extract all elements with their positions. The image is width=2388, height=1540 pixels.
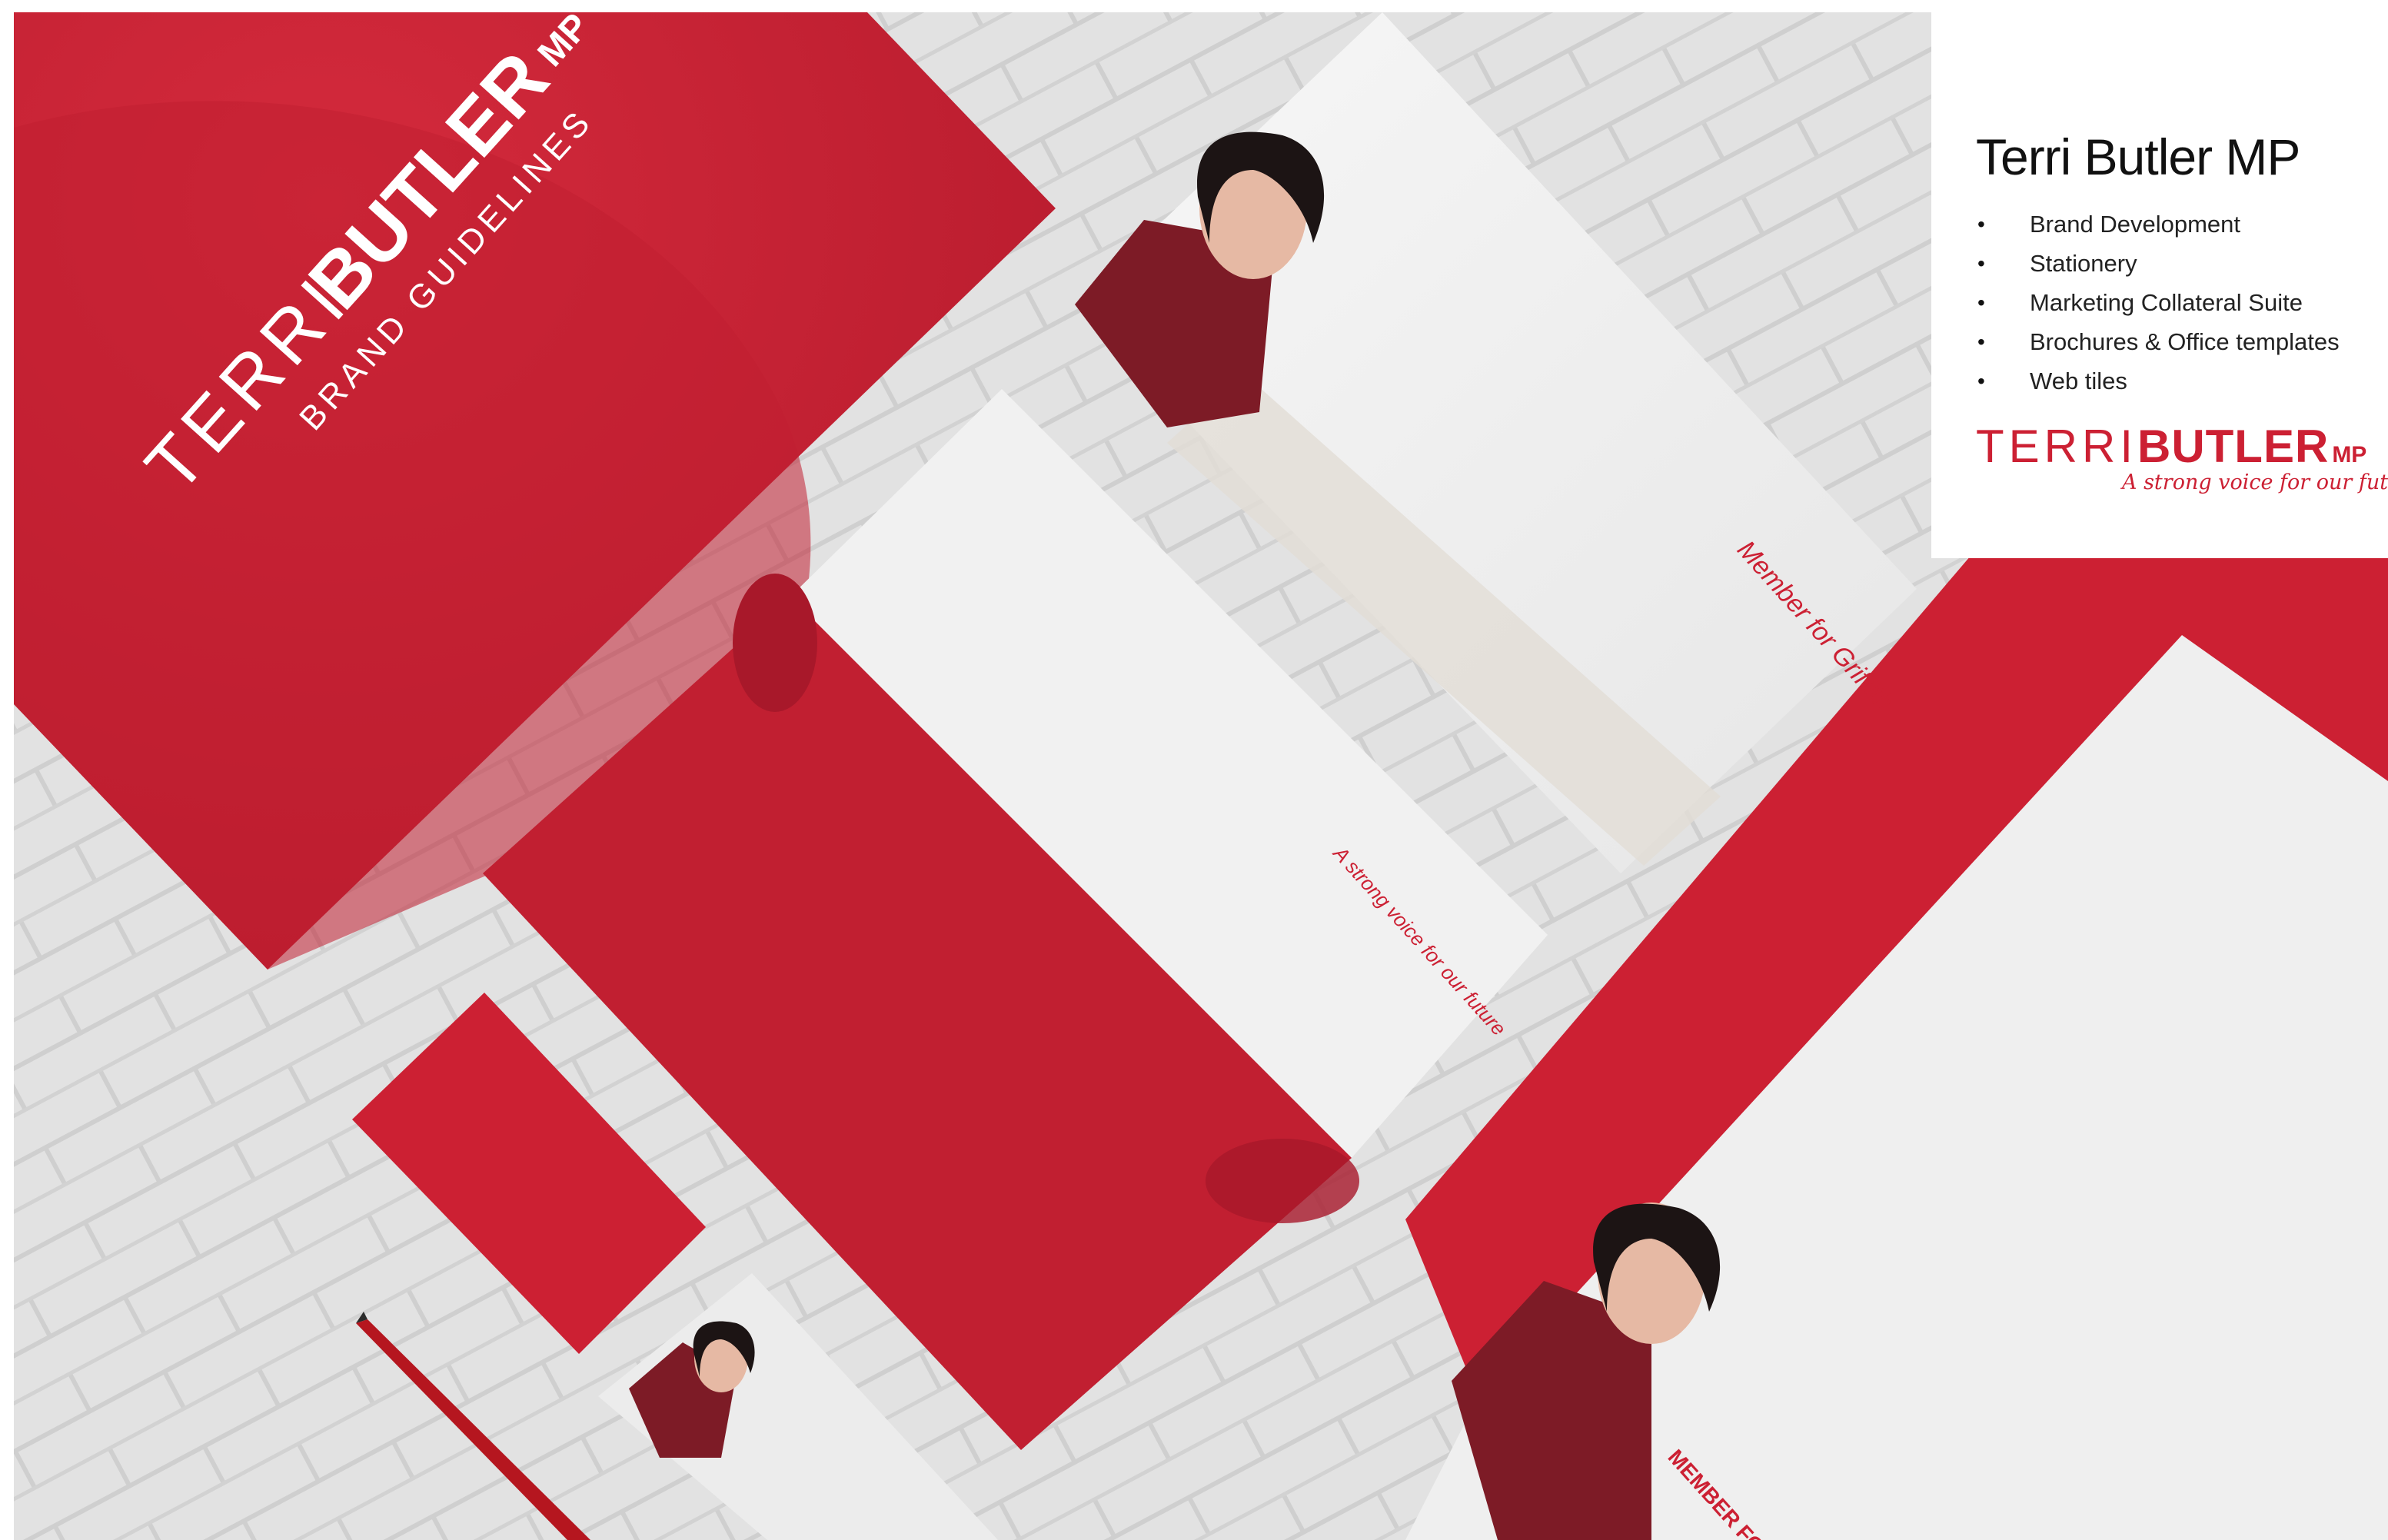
service-item: • Brand Development: [1976, 205, 2340, 244]
folder-pocket-curve-top: [733, 574, 817, 712]
service-label: Web tiles: [2030, 368, 2127, 394]
logo-butler: BUTLER: [2137, 421, 2330, 472]
service-item: • Stationery: [1976, 244, 2340, 283]
logo-terri: TERRI: [1976, 421, 2137, 472]
bullet-icon: •: [1977, 330, 1985, 354]
service-label: Stationery: [2030, 250, 2137, 277]
bullet-icon: •: [1977, 369, 1985, 393]
brand-logo: TERRIBUTLER MP: [1976, 420, 2366, 473]
brand-tagline: A strong voice for our future: [2122, 471, 2388, 494]
service-item: • Marketing Collateral Suite: [1976, 283, 2340, 322]
service-label: Brochures & Office templates: [2030, 328, 2340, 355]
bullet-icon: •: [1977, 251, 1985, 275]
logo-mp: MP: [2332, 442, 2367, 467]
service-item: • Brochures & Office templates: [1976, 322, 2340, 361]
bullet-icon: •: [1977, 291, 1985, 314]
service-label: Brand Development: [2030, 211, 2240, 238]
services-list: • Brand Development • Stationery • Marketin…: [1976, 205, 2340, 401]
service-label: Marketing Collateral Suite: [2030, 289, 2303, 316]
page: TERRI BUTLER MP BRAND GUIDELINES Member …: [0, 0, 2388, 1540]
project-info-panel: Terri Butler MP • Brand Development • Stat…: [1931, 12, 2388, 558]
project-title: Terri Butler MP: [1976, 128, 2300, 185]
folder-pocket-curve-bottom: [1206, 1139, 1359, 1223]
bullet-icon: •: [1977, 212, 1985, 236]
service-item: • Web tiles: [1976, 361, 2340, 401]
